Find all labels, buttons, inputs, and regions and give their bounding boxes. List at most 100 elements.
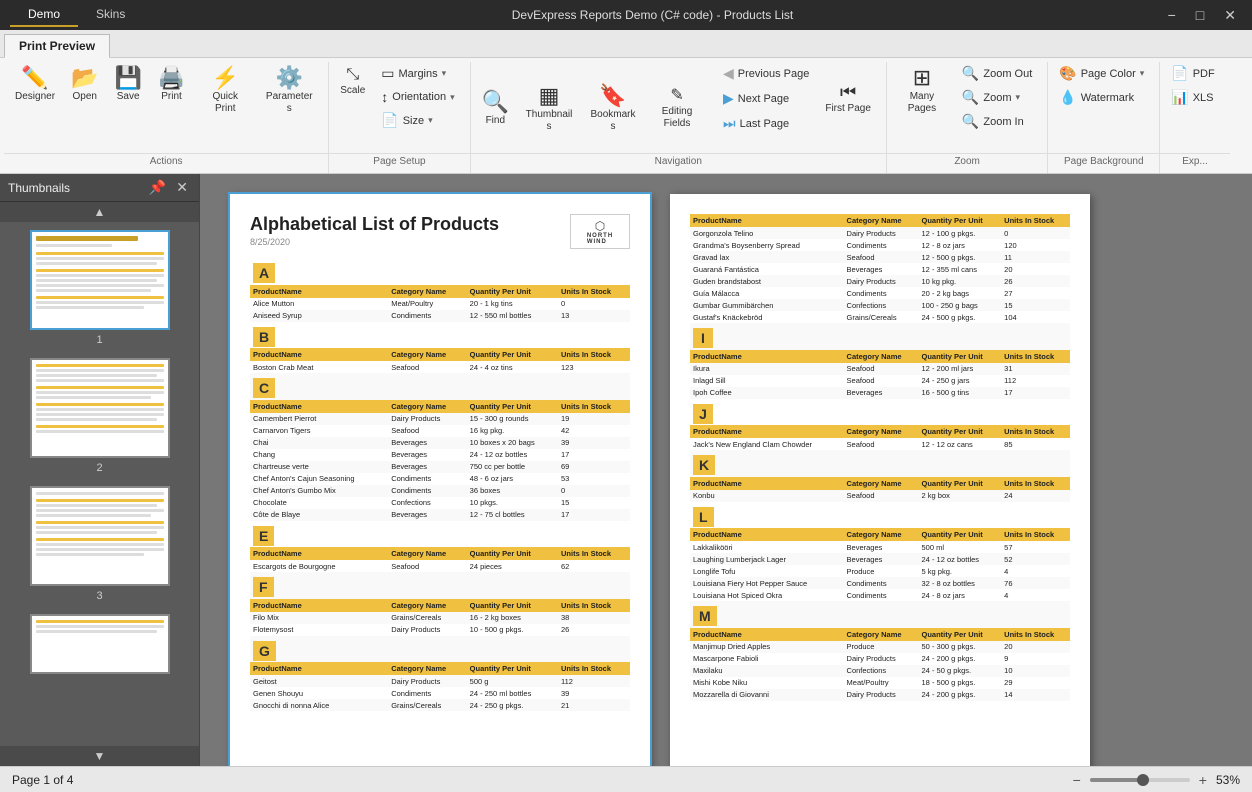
section-letter-g: G [253,641,276,661]
thumbnails-icon: ▦ [539,85,560,107]
section-l-row: L [690,502,1070,529]
section-f-row: F [250,572,630,599]
section-g-row: G [250,636,630,663]
thumbnail-number-1: 1 [96,334,102,346]
navigation-group-label: Navigation [471,153,886,169]
title-tabs: Demo Skins [10,3,143,27]
window-controls: − □ ✕ [1162,5,1242,26]
zoom-group-label: Zoom [887,153,1047,169]
orientation-button[interactable]: ↕ Orientation ▾ [374,86,461,108]
table-row: Filo MixGrains/Cereals16 - 2 kg boxes38 [250,612,630,624]
bookmarks-button[interactable]: 🔖 Bookmarks [582,80,644,138]
export-pdf-icon: 📄 [1171,65,1188,82]
thumbnail-number-2: 2 [96,462,102,474]
zoom-slider[interactable] [1090,778,1190,782]
thumbnails-scroll-down[interactable]: ▼ [0,746,199,766]
size-dropdown-arrow: ▾ [428,115,433,126]
table-row: FlotemysostDairy Products10 - 500 g pkgs… [250,624,630,636]
parameters-button[interactable]: ⚙️ Parameters [258,62,320,120]
restore-button[interactable]: □ [1190,5,1210,25]
zoom-in-button[interactable]: 🔍 Zoom In [955,110,1039,133]
thumbnails-button[interactable]: ▦ Thumbnails [518,80,580,138]
page-background-group-label: Page Background [1048,153,1159,169]
thumbnails-close-button[interactable]: ✕ [173,178,191,197]
tab-print-preview[interactable]: Print Preview [4,34,110,58]
page-color-button[interactable]: 🎨 Page Color ▾ [1052,62,1151,85]
minimize-button[interactable]: − [1162,5,1182,25]
col-stock: Units In Stock [558,285,630,298]
table-row: Genen ShouyuCondiments24 - 250 ml bottle… [250,687,630,699]
table-row: Manjimup Dried ApplesProduce50 - 300 g p… [690,641,1070,653]
many-pages-button[interactable]: ⊞ Many Pages [891,62,953,120]
report-header-1: Alphabetical List of Products 8/25/2020 … [250,214,630,249]
title-tab-demo[interactable]: Demo [10,3,78,27]
margins-button[interactable]: ▭ Margins ▾ [374,62,461,85]
zoom-slider-thumb[interactable] [1137,774,1149,786]
thumbnails-header-actions: 📌 ✕ [146,178,191,197]
thumbnails-pin-button[interactable]: 📌 [146,178,169,197]
open-icon: 📂 [71,67,98,89]
find-icon: 🔍 [482,91,509,113]
thumbnail-page-4 [30,614,170,674]
zoom-increase-button[interactable]: + [1196,772,1210,788]
table-row: Chartreuse verteBeverages750 cc per bott… [250,461,630,473]
print-label: Print [161,91,182,103]
export-pdf-button[interactable]: 📄 PDF [1164,62,1221,85]
first-page-button[interactable]: ⏮ First Page [818,78,878,120]
watermark-button[interactable]: 💧 Watermark [1052,86,1151,109]
table-row: MaxilakuConfections24 - 50 g pkgs.10 [690,665,1070,677]
zoom-in-icon: 🔍 [962,113,979,130]
orientation-dropdown-arrow: ▾ [450,92,455,103]
table-row: Alice MuttonMeat/Poultry20 - 1 kg tins0 [250,298,630,310]
thumbnail-item-4[interactable] [30,614,170,674]
last-page-button[interactable]: ⏭ Last Page [716,112,816,135]
quick-print-button[interactable]: ⚡ Quick Print [194,62,256,120]
open-button[interactable]: 📂 Open [64,62,105,108]
editing-fields-icon: ✎ [670,88,683,104]
zoom-in-label: Zoom In [983,116,1023,128]
scale-icon: ⤡ [346,67,359,83]
table-row: Camembert PierrotDairy Products15 - 300 … [250,413,630,425]
thumbnails-header: Thumbnails 📌 ✕ [0,174,199,202]
size-button[interactable]: 📄 Size ▾ [374,109,461,132]
designer-button[interactable]: ✏️ Designer [8,62,62,108]
section-a-row: A [250,257,630,285]
print-icon: 🖨️ [158,67,185,89]
scale-button[interactable]: ⤡ Scale [333,62,372,102]
thumbnails-scroll-up[interactable]: ▲ [0,202,199,222]
report-table-page1: A ProductName Category Name Quantity Per… [250,257,630,711]
table-row: Gnocchi di nonna AliceGrains/Cereals24 -… [250,699,630,711]
thumbnails-label: Thumbnails [525,109,573,133]
editing-fields-button[interactable]: ✎ Editing Fields [646,83,708,135]
close-button[interactable]: ✕ [1218,5,1242,26]
table-row: Guía MálaccaCondiments20 - 2 kg bags27 [690,287,1070,299]
quick-print-label: Quick Print [201,91,249,115]
find-button[interactable]: 🔍 Find [475,86,516,132]
export-controls: 📄 PDF 📊 XLS [1164,62,1221,129]
zoom-button[interactable]: 🔍 Zoom ▾ [955,86,1039,109]
col-qty: Quantity Per Unit [467,285,558,298]
next-page-button[interactable]: ▶ Next Page [716,87,816,110]
table-header-j: ProductNameCategory NameQuantity Per Uni… [690,425,1070,438]
table-row: Grandma's Boysenberry SpreadCondiments12… [690,239,1070,251]
section-letter-m: M [693,606,717,626]
previous-page-button[interactable]: ◀ Previous Page [716,62,816,85]
table-row: Longlife TofuProduce5 kg pkg.4 [690,565,1070,577]
title-tab-skins[interactable]: Skins [78,3,143,27]
thumbnail-item-2[interactable]: 2 [30,358,170,474]
zoom-level: 53% [1216,773,1240,787]
export-xls-button[interactable]: 📊 XLS [1164,86,1221,109]
many-pages-icon: ⊞ [913,67,931,89]
page-setup-group-label: Page Setup [329,153,469,169]
thumbnail-item-1[interactable]: 1 [30,230,170,346]
ribbon-group-export: 📄 PDF 📊 XLS Exp... [1160,62,1229,173]
save-button[interactable]: 💾 Save [107,62,148,108]
preview-area[interactable]: Alphabetical List of Products 8/25/2020 … [200,174,1252,766]
status-bar: Page 1 of 4 − + 53% [0,766,1252,792]
thumbnail-item-3[interactable]: 3 [30,486,170,602]
zoom-out-button[interactable]: 🔍 Zoom Out [955,62,1039,85]
zoom-decrease-button[interactable]: − [1070,772,1084,788]
main-area: Thumbnails 📌 ✕ ▲ [0,174,1252,766]
print-button[interactable]: 🖨️ Print [151,62,192,108]
orientation-icon: ↕ [381,89,388,105]
